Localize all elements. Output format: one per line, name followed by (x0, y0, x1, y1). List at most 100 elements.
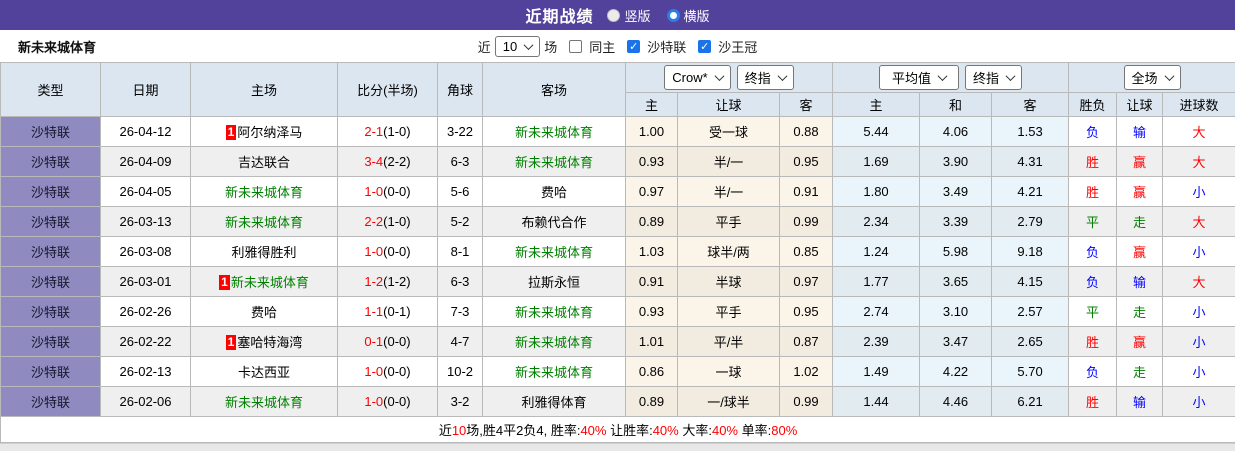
games-suffix-label: 场 (544, 39, 558, 55)
cell-avg-draw: 3.47 (919, 326, 993, 357)
cell-score: 0-1(0-0) (337, 326, 438, 357)
radio-horizontal-label: 横版 (683, 8, 710, 24)
cell-home-team: 1 阿尔纳泽马 (190, 116, 338, 147)
league1-checkbox[interactable]: ✓ (627, 39, 641, 53)
avg-source-select[interactable]: 平均值 (879, 65, 960, 90)
same-home-checkbox[interactable] (569, 39, 583, 53)
cell-avg-away: 1.53 (991, 116, 1070, 147)
table-row: 沙特联 26-04-09 吉达联合 3-4(2-2) 6-3 新未来城体育 0.93 半/一 0… (0, 146, 1235, 177)
cell-odds-handicap: 一球 (677, 356, 780, 387)
cell-odds-home: 0.93 (625, 146, 678, 177)
cell-corners: 4-7 (437, 326, 483, 357)
cell-odds-home: 1.01 (625, 326, 678, 357)
home-team-name: 吉达联合 (237, 155, 290, 170)
page-title: 近期战绩 (525, 9, 594, 26)
sub-header-result: 胜负 (1068, 92, 1118, 117)
fulltime-score: 1-0 (364, 364, 384, 379)
table-row: 沙特联 26-02-06 新未来城体育 1-0(0-0) 3-2 利雅得体育 0.89 一/球… (0, 386, 1235, 417)
cell-goals-result: 大 (1162, 146, 1235, 177)
cell-score: 1-0(0-0) (337, 386, 438, 417)
cell-handicap-result: 赢 (1116, 326, 1164, 357)
away-team-name: 新未来城体育 (514, 125, 593, 140)
cell-away-team: 新未来城体育 (482, 116, 626, 147)
chevron-down-icon (1164, 71, 1175, 82)
radio-vertical-layout[interactable]: 竖版 (607, 6, 651, 25)
summary-row: 近10场,胜4平2负4, 胜率:40% 让胜率:40% 大率:40% 单率:80… (0, 416, 1235, 443)
odds-source-select[interactable]: Crow* (664, 65, 731, 90)
home-team-name: 塞哈特海湾 (237, 335, 303, 350)
summary-text: 让胜率: (606, 423, 653, 438)
cell-home-team: 新未来城体育 (190, 176, 338, 207)
cell-odds-home: 0.89 (625, 206, 678, 237)
cell-score: 3-4(2-2) (337, 146, 438, 177)
summary-stat-value: 40% (652, 423, 679, 438)
cell-odds-home: 0.86 (625, 356, 678, 387)
sub-header-goals: 进球数 (1162, 92, 1235, 117)
col-header-corner: 角球 (437, 62, 483, 117)
cell-corners: 3-2 (437, 386, 483, 417)
cell-avg-draw: 4.06 (919, 116, 993, 147)
cell-odds-handicap: 半/一 (677, 176, 780, 207)
radio-horizontal-layout[interactable]: 横版 (666, 6, 710, 25)
away-team-name: 布赖代合作 (521, 215, 587, 230)
summary-text: 大率: (678, 423, 712, 438)
away-team-name: 拉斯永恒 (527, 275, 580, 290)
cell-odds-away: 1.02 (778, 356, 834, 387)
cell-corners: 5-6 (437, 176, 483, 207)
cell-corners: 8-1 (437, 236, 483, 267)
scope-select[interactable]: 全场 (1123, 65, 1181, 90)
cell-goals-result: 小 (1162, 176, 1235, 207)
away-team-name: 新未来城体育 (514, 155, 593, 170)
cell-odds-handicap: 半球 (677, 266, 780, 297)
results-table: 类型 日期 主场 比分(半场) 角球 客场 Crow* 终指 平均值 终指 全场… (0, 62, 1235, 443)
cell-home-team: 新未来城体育 (190, 386, 338, 417)
cell-result: 胜 (1068, 386, 1118, 417)
col-header-away: 客场 (482, 62, 626, 117)
league2-checkbox[interactable]: ✓ (698, 39, 712, 53)
cell-avg-home: 5.44 (832, 116, 921, 147)
odds-source-value: Crow* (672, 70, 708, 85)
sub-header-avg-draw: 和 (919, 92, 993, 117)
games-count-select[interactable]: 10 (494, 35, 541, 57)
odds-time-select[interactable]: 终指 (736, 65, 794, 90)
cell-away-team: 新未来城体育 (482, 326, 626, 357)
scope-value: 全场 (1131, 71, 1158, 86)
cell-date: 26-02-22 (100, 326, 191, 357)
cell-score: 2-2(1-0) (337, 206, 438, 237)
home-team-name: 新未来城体育 (224, 185, 303, 200)
radio-icon[interactable] (666, 8, 680, 22)
cell-away-team: 新未来城体育 (482, 236, 626, 267)
away-team-name: 利雅得体育 (521, 395, 587, 410)
home-team-name: 费哈 (250, 305, 277, 320)
cell-avg-home: 1.44 (832, 386, 921, 417)
odds-time-value: 终指 (744, 71, 771, 86)
fulltime-score: 1-0 (364, 244, 384, 259)
cell-date: 26-03-01 (100, 266, 191, 297)
cell-score: 2-1(1-0) (337, 116, 438, 147)
cell-avg-away: 6.21 (991, 386, 1070, 417)
cell-corners: 10-2 (437, 356, 483, 387)
cell-avg-away: 2.79 (991, 206, 1070, 237)
cell-date: 26-04-09 (100, 146, 191, 177)
cell-goals-result: 小 (1162, 326, 1235, 357)
avg-time-select[interactable]: 终指 (965, 65, 1023, 90)
cell-away-team: 利雅得体育 (482, 386, 626, 417)
cell-avg-home: 2.39 (832, 326, 921, 357)
cell-goals-result: 大 (1162, 116, 1235, 147)
cell-odds-home: 0.97 (625, 176, 678, 207)
cell-result: 负 (1068, 266, 1118, 297)
cell-date: 26-04-12 (100, 116, 191, 147)
cell-league-type: 沙特联 (0, 176, 101, 207)
cell-goals-result: 小 (1162, 386, 1235, 417)
cell-odds-away: 0.88 (778, 116, 834, 147)
near-label: 近 (477, 39, 491, 55)
cell-avg-home: 2.34 (832, 206, 921, 237)
fulltime-score: 3-4 (364, 154, 384, 169)
cell-avg-away: 2.65 (991, 326, 1070, 357)
radio-icon[interactable] (607, 8, 621, 22)
summary-stat-value: 10 (451, 423, 467, 438)
cell-odds-handicap: 平/半 (677, 326, 780, 357)
cell-handicap-result: 输 (1116, 116, 1164, 147)
cell-odds-handicap: 受一球 (677, 116, 780, 147)
radio-vertical-label: 竖版 (624, 8, 651, 24)
